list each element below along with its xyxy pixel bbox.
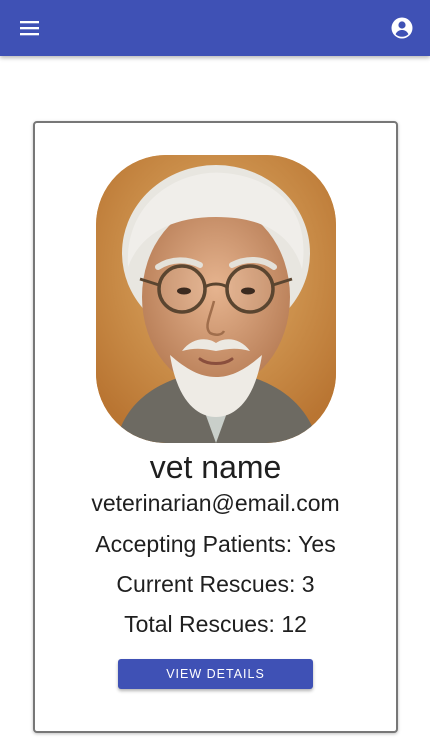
total-rescues-label: Total Rescues:	[124, 611, 275, 637]
account-circle-icon[interactable]	[388, 14, 416, 42]
vet-photo	[96, 155, 336, 443]
current-rescues-value: 3	[301, 571, 315, 597]
vet-email: veterinarian@email.com	[91, 490, 340, 516]
view-details-button[interactable]: VIEW DETAILS	[118, 659, 313, 689]
accepting-patients-value: Yes	[298, 531, 336, 557]
vet-name: vet name	[149, 449, 282, 485]
accepting-patients: Accepting Patients: Yes	[35, 531, 396, 558]
accepting-patients-label: Accepting Patients:	[95, 531, 293, 557]
vet-profile-card: vet name veterinarian@email.com Acceptin…	[33, 121, 398, 733]
total-rescues: Total Rescues: 12	[35, 611, 396, 638]
current-rescues-label: Current Rescues:	[116, 571, 296, 597]
app-bar	[0, 0, 430, 56]
current-rescues: Current Rescues: 3	[35, 571, 396, 598]
menu-icon[interactable]	[16, 14, 44, 42]
total-rescues-value: 12	[281, 611, 307, 637]
